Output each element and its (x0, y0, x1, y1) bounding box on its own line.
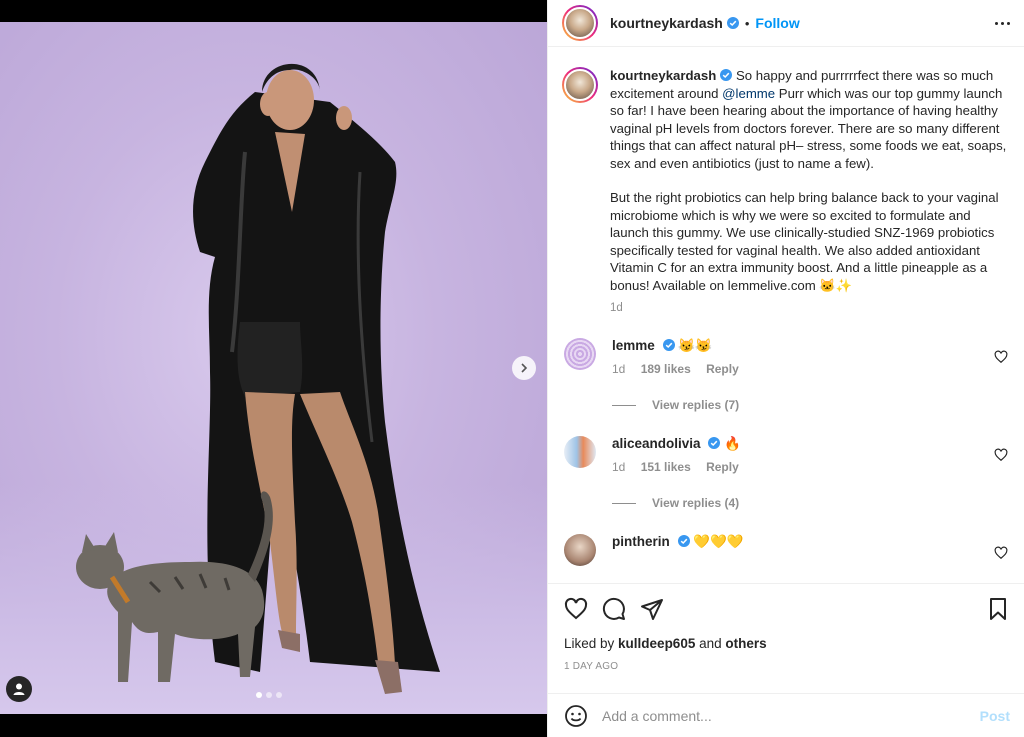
view-replies-label: View replies (4) (652, 496, 740, 510)
user-icon (13, 683, 25, 695)
tagged-users-button[interactable] (6, 676, 32, 702)
commenter-avatar[interactable] (564, 338, 596, 370)
replies-line (612, 502, 636, 504)
dot (995, 21, 998, 25)
view-replies-label: View replies (7) (652, 398, 740, 412)
replies-line (612, 404, 636, 406)
share-icon[interactable] (640, 597, 664, 621)
comment-icon[interactable] (602, 597, 626, 621)
heart-icon[interactable] (564, 597, 588, 621)
caption-author-avatar[interactable] (562, 67, 598, 103)
emoji-icon[interactable] (564, 704, 588, 728)
comment-likes[interactable]: 189 likes (641, 362, 691, 376)
more-options-button[interactable] (995, 21, 1010, 25)
post-photo[interactable] (0, 22, 547, 714)
view-replies-button[interactable]: View replies (7) (612, 398, 1008, 412)
dot (1007, 21, 1010, 25)
reply-button[interactable]: Reply (706, 460, 739, 474)
comment-like-heart-icon[interactable] (994, 350, 1008, 364)
view-replies-button[interactable]: View replies (4) (612, 496, 1008, 510)
comment-item: aliceandolivia 🔥 1d 151 likes Reply (562, 436, 1008, 474)
author-avatar[interactable] (562, 5, 598, 41)
liked-by-user[interactable]: kulldeep605 (618, 636, 695, 651)
comment-like-heart-icon[interactable] (994, 448, 1008, 462)
carousel-dot (266, 692, 272, 698)
commenter-avatar[interactable] (564, 534, 596, 566)
verified-badge-icon (726, 17, 739, 29)
verified-badge-icon (662, 339, 675, 351)
comment-like-heart-icon[interactable] (994, 546, 1008, 560)
comment-time: 1d (612, 460, 626, 474)
caption: kourtneykardash So happy and purrrrrfect… (562, 67, 1008, 314)
comment-likes[interactable]: 151 likes (641, 460, 691, 474)
post-details-panel: kourtneykardash • Follow kourtneykardash… (547, 0, 1024, 737)
verified-badge-icon (720, 69, 733, 81)
commenter-avatar[interactable] (564, 436, 596, 468)
verified-badge-icon (708, 437, 721, 449)
caption-paragraph-2: But the right probiotics can help bring … (610, 190, 999, 293)
post-header: kourtneykardash • Follow (548, 0, 1024, 47)
author-username[interactable]: kourtneykardash (610, 15, 723, 31)
comment-input[interactable] (602, 707, 980, 724)
caption-text: kourtneykardash So happy and purrrrrfect… (610, 67, 1010, 294)
carousel-dot (276, 692, 282, 698)
post-actions: Liked by kulldeep605 and others 1 DAY AG… (548, 583, 1024, 672)
post-timestamp: 1 DAY AGO (564, 661, 619, 672)
comment-text: 😼😼 (678, 338, 712, 353)
mention-link[interactable]: @lemme (722, 86, 775, 101)
post-comment-button[interactable]: Post (980, 708, 1010, 724)
woman-with-cat-illustration (76, 63, 440, 694)
liked-others-link[interactable]: others (725, 636, 766, 651)
carousel-next-button[interactable] (512, 356, 536, 380)
caption-time: 1d (610, 302, 623, 314)
follow-button[interactable]: Follow (755, 15, 799, 31)
post-media (0, 0, 547, 737)
comment-item: pintherin 💛💛💛 (562, 534, 1008, 566)
commenter-username[interactable]: pintherin (612, 534, 670, 549)
comments-scroll-area[interactable]: kourtneykardash So happy and purrrrrfect… (548, 53, 1024, 578)
bookmark-icon[interactable] (986, 597, 1010, 621)
commenter-username[interactable]: aliceandolivia (612, 436, 701, 451)
comment-text: 💛💛💛 (693, 534, 744, 549)
dot (1001, 21, 1004, 25)
commenter-username[interactable]: lemme (612, 338, 655, 353)
liked-prefix: Liked by (564, 636, 619, 651)
verified-badge-icon (677, 535, 690, 547)
liked-and: and (695, 636, 726, 651)
comment-text: 🔥 (724, 436, 741, 451)
chevron-right-icon (521, 363, 528, 373)
comment-item: lemme 😼😼 1d 189 likes Reply (562, 338, 1008, 376)
comment-time: 1d (612, 362, 626, 376)
carousel-dot-active (256, 692, 262, 698)
add-comment-bar: Post (548, 693, 1024, 737)
reply-button[interactable]: Reply (706, 362, 739, 376)
caption-author[interactable]: kourtneykardash (610, 68, 716, 83)
liked-by-summary: Liked by kulldeep605 and others (564, 636, 1010, 651)
separator-bullet: • (744, 15, 750, 31)
carousel-indicator (256, 692, 282, 698)
